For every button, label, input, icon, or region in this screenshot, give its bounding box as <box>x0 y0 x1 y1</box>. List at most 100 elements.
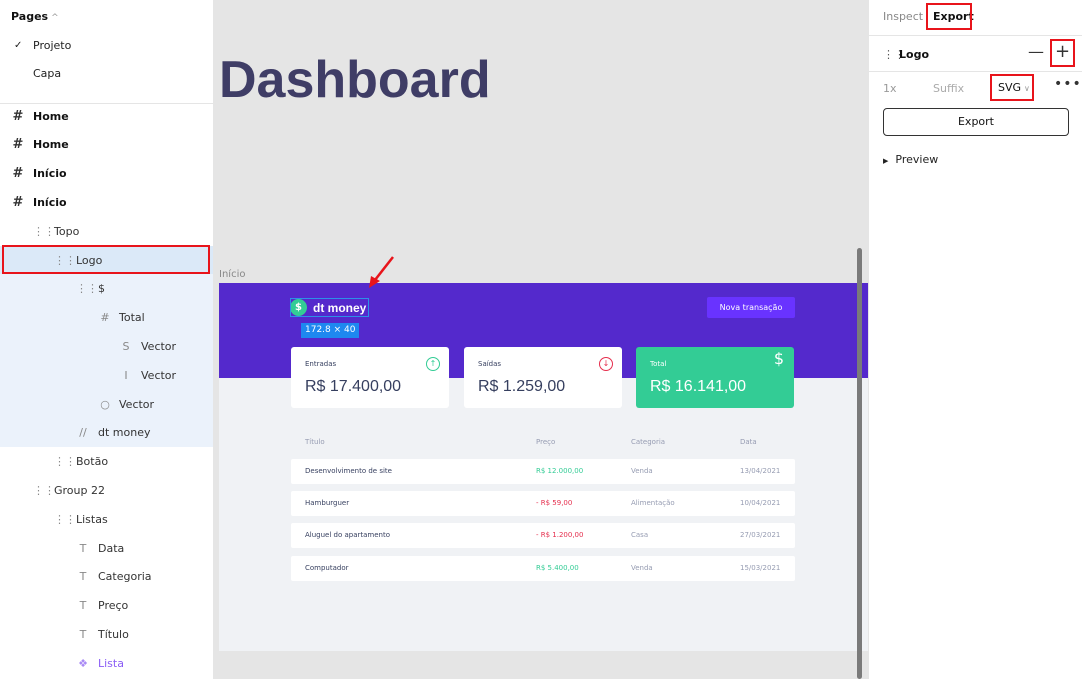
layer-home-frame[interactable]: # Home <box>0 130 213 159</box>
layer-total[interactable]: # Total <box>0 303 213 332</box>
table-header-categoria: Categoria <box>631 438 666 446</box>
layer-vector-circle[interactable]: ○ Vector <box>0 390 213 419</box>
layer-label: Vector <box>141 340 177 353</box>
layer-label: Início <box>33 167 67 180</box>
card-title: Saídas <box>478 360 502 368</box>
tab-inspect[interactable]: Inspect <box>883 10 923 23</box>
frame-icon: # <box>12 166 24 181</box>
layer-botao[interactable]: ⋮⋮ Botão <box>0 447 213 476</box>
table-header-data: Data <box>740 438 757 446</box>
card-title: Total <box>650 360 667 368</box>
card-value: R$ 16.141,00 <box>650 378 747 395</box>
layer-label: dt money <box>98 426 151 439</box>
text-icon: T <box>79 599 87 612</box>
row-category: Alimentação <box>631 499 675 507</box>
page-item-capa[interactable]: Capa <box>0 60 213 88</box>
layer-titulo-text[interactable]: T Título <box>0 620 213 649</box>
design-canvas[interactable]: Dashboard Início $ dt money 172.8 × 40 N… <box>213 0 868 679</box>
text-icon: T <box>79 542 87 555</box>
arrow-down-icon: ↓ <box>599 357 613 371</box>
pages-toggle[interactable]: Pages ^ <box>11 10 59 23</box>
row-date: 15/03/2021 <box>740 564 781 572</box>
text-icon: T <box>79 628 87 641</box>
selection-size-badge: 172.8 × 40 <box>301 323 360 338</box>
vector-s-icon: S <box>122 340 130 353</box>
group-icon: ⋮⋮ <box>33 484 55 497</box>
layer-label: Vector <box>119 398 155 411</box>
page-label: Projeto <box>33 39 72 52</box>
canvas-scrollbar[interactable] <box>857 248 862 679</box>
page-label: Capa <box>33 67 62 80</box>
layer-inicio-frame[interactable]: # Início <box>0 159 213 188</box>
format-value: SVG <box>998 81 1022 94</box>
suffix-input[interactable]: Suffix <box>933 82 964 95</box>
inicio-frame[interactable]: $ dt money 172.8 × 40 Nova transação Ent… <box>219 283 868 651</box>
row-title: Aluguel do apartamento <box>305 531 391 539</box>
layer-listas[interactable]: ⋮⋮ Listas <box>0 505 213 534</box>
layer-categoria-text[interactable]: T Categoria <box>0 562 213 591</box>
layer-label: Categoria <box>98 570 152 583</box>
table-row: Computador R$ 5.400,00 Venda 15/03/2021 <box>291 556 795 581</box>
layer-label: Total <box>119 311 145 324</box>
group-icon: ⋮⋮ <box>33 225 55 238</box>
ellipse-icon: ○ <box>100 398 110 411</box>
selection-outline <box>290 298 369 317</box>
new-transaction-button[interactable]: Nova transação <box>707 297 795 318</box>
row-date: 13/04/2021 <box>740 467 781 475</box>
layer-label: Home <box>33 138 69 151</box>
layer-label: Logo <box>76 254 103 267</box>
frame-icon: # <box>12 109 24 124</box>
row-price: - R$ 1.200,00 <box>536 531 584 539</box>
format-select[interactable]: SVG ∨ <box>998 81 1030 94</box>
layer-label: Início <box>33 196 67 209</box>
triangle-right-icon: ▶ <box>883 157 889 165</box>
table-row: Aluguel do apartamento - R$ 1.200,00 Cas… <box>291 523 795 548</box>
remove-export-button[interactable]: — <box>1028 42 1044 61</box>
pages-title: Pages <box>11 10 49 23</box>
layer-label: Home <box>33 110 69 123</box>
scale-select[interactable]: 1x <box>883 82 897 95</box>
arrow-up-icon: ↑ <box>426 357 440 371</box>
preview-toggle[interactable]: ▶ Preview <box>883 153 938 166</box>
component-icon: ❖ <box>78 657 88 670</box>
preview-label: Preview <box>895 153 939 166</box>
page-item-projeto[interactable]: ✓ Projeto <box>0 32 213 60</box>
row-category: Venda <box>631 564 653 572</box>
frame-icon: # <box>100 311 110 324</box>
card-title: Entradas <box>305 360 337 368</box>
row-category: Casa <box>631 531 649 539</box>
frame-icon: # <box>12 195 24 210</box>
layer-logo-selected[interactable]: ⋮⋮ Logo <box>0 246 213 275</box>
more-options-icon[interactable]: ••• <box>1054 76 1082 92</box>
layer-label: Botão <box>76 455 109 468</box>
layer-vector-s[interactable]: S Vector <box>0 332 213 361</box>
export-button[interactable]: Export <box>883 108 1069 136</box>
layer-inicio-frame[interactable]: # Início <box>0 188 213 217</box>
layer-group-22[interactable]: ⋮⋮ Group 22 <box>0 476 213 505</box>
layer-dollar-group[interactable]: ⋮⋮ $ <box>0 274 213 303</box>
layer-preco-text[interactable]: T Preço <box>0 591 213 620</box>
layer-data-text[interactable]: T Data <box>0 534 213 563</box>
layer-vector-line[interactable]: I Vector <box>0 361 213 390</box>
layer-label: Lista <box>98 657 124 670</box>
dashboard-heading: Dashboard <box>219 51 491 109</box>
red-arrow-annotation <box>369 256 394 288</box>
frame-label[interactable]: Início <box>219 269 245 280</box>
row-date: 10/04/2021 <box>740 499 781 507</box>
group-icon: ⋮⋮ <box>54 455 76 468</box>
layer-topo[interactable]: ⋮⋮ Topo <box>0 217 213 246</box>
add-export-button[interactable]: + <box>1055 41 1070 62</box>
layer-label: Título <box>98 628 129 641</box>
layer-label: $ <box>98 282 105 295</box>
group-icon: ⋮⋮ <box>54 254 76 267</box>
card-value: R$ 17.400,00 <box>305 378 402 395</box>
layer-dt-money[interactable]: // dt money <box>0 418 213 447</box>
row-date: 27/03/2021 <box>740 531 781 539</box>
check-icon: ✓ <box>14 40 23 51</box>
layer-lista-component[interactable]: ❖ Lista <box>0 649 213 678</box>
card-total: Total R$ 16.141,00 $ <box>636 347 794 408</box>
properties-panel: Inspect Export ⋮⋮ Logo — + 1x Suffix SVG… <box>868 0 1082 679</box>
tab-export[interactable]: Export <box>933 10 974 23</box>
card-saidas: Saídas R$ 1.259,00 ↓ <box>464 347 622 408</box>
layer-home-frame[interactable]: # Home <box>0 102 213 131</box>
